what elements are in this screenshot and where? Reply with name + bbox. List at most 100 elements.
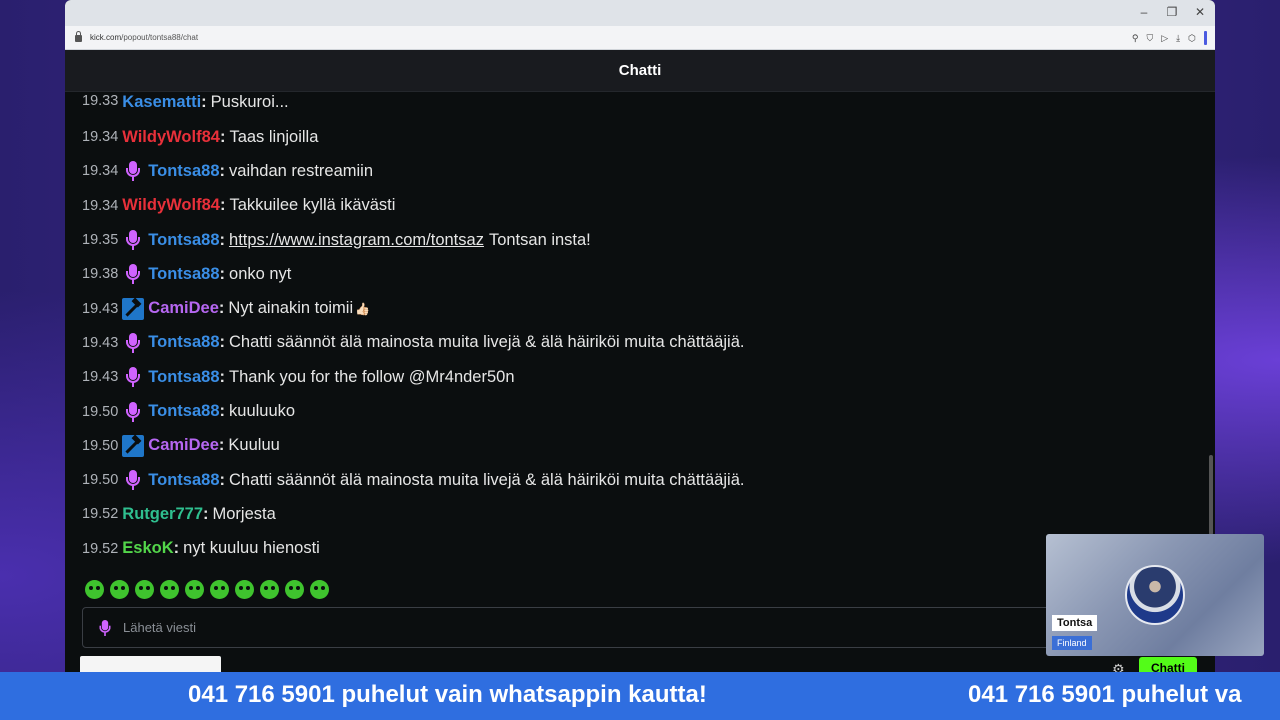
message-time: 19.34 [82, 197, 119, 214]
url-text[interactable]: kick.com/popout/tontsa88/chat [90, 33, 198, 42]
message-username[interactable]: WildyWolf84 [122, 196, 220, 215]
browser-window: – ❐ ✕ kick.com/popout/tontsa88/chat ⚲ ⛉ … [65, 0, 1215, 672]
message-text: Morjesta [212, 504, 276, 523]
send-button-label: Chatti [1151, 661, 1185, 672]
message-username[interactable]: Tontsa88 [148, 162, 219, 181]
moderator-hammer-icon[interactable] [122, 434, 145, 457]
chat-message: 19.43 CamiDee: Nyt ainakin toimii 👍🏻 [82, 291, 1215, 325]
zoom-icon[interactable]: ⚲ [1132, 33, 1139, 44]
broadcaster-mic-icon[interactable] [122, 401, 144, 423]
thumbs-up-emoji: 👍🏻 [355, 301, 371, 316]
restore-icon[interactable]: ❐ [1165, 4, 1179, 20]
message-username[interactable]: Kasematti [122, 93, 201, 112]
message-text: Thank you for the follow @Mr4nder50n [229, 367, 515, 386]
message-username[interactable]: WildyWolf84 [122, 128, 220, 147]
message-text: Tontsan insta! [488, 230, 591, 249]
message-username[interactable]: Tontsa88 [148, 265, 219, 284]
broadcaster-mic-icon[interactable] [122, 229, 144, 251]
message-username[interactable]: Tontsa88 [148, 333, 219, 352]
streamer-avatar [1125, 565, 1185, 625]
message-username[interactable]: CamiDee [148, 436, 219, 455]
message-text: nyt kuuluu hienosti [183, 539, 320, 558]
message-separator: : [219, 161, 226, 180]
chat-message: 19.43 Tontsa88: Thank you for the follow @… [82, 360, 1215, 394]
broadcaster-mic-icon[interactable] [122, 469, 144, 491]
emote-icon[interactable] [85, 580, 104, 599]
chat-messages[interactable]: 19.33 Kasematti: Puskuroi... 19.34 WildyWolf… [65, 93, 1215, 571]
message-text: Taas linjoilla [229, 127, 319, 146]
chat-title-text: Chatti [618, 62, 662, 79]
send-button[interactable]: Chatti [1139, 657, 1197, 672]
message-separator: : [219, 367, 226, 386]
message-link[interactable]: https://www.instagram.com/tontsaz [229, 231, 484, 250]
title-bar: – ❐ ✕ [65, 0, 1215, 26]
message-text: onko nyt [229, 264, 292, 283]
minimize-icon[interactable]: – [1137, 4, 1151, 20]
mic-icon [97, 619, 113, 637]
broadcaster-mic-icon[interactable] [122, 160, 144, 182]
address-bar[interactable]: kick.com/popout/tontsa88/chat ⚲ ⛉ ▷ ⤓ ⬡ [65, 26, 1215, 50]
message-text: Chatti säännöt älä mainosta muita livejä… [229, 333, 745, 352]
message-text: Puskuroi... [210, 93, 289, 111]
message-username[interactable]: Tontsa88 [148, 231, 219, 250]
emote-icon[interactable] [210, 580, 229, 599]
message-separator: : [219, 230, 226, 249]
chat-message: 19.34 WildyWolf84: Taas linjoilla [82, 120, 1215, 154]
message-time: 19.50 [82, 403, 119, 420]
message-username[interactable]: CamiDee [148, 299, 219, 318]
message-separator: : [219, 402, 226, 421]
emote-icon[interactable] [110, 580, 129, 599]
message-separator: : [219, 470, 226, 489]
webcam-overlay: Tontsa Finland [1046, 534, 1264, 656]
message-separator: : [219, 127, 226, 146]
message-text: Takkuilee kyllä ikävästi [229, 196, 396, 215]
moderator-hammer-icon[interactable] [122, 297, 145, 320]
message-separator: : [218, 299, 225, 318]
sidebar-tag[interactable] [1204, 31, 1207, 45]
message-text: Chatti säännöt älä mainosta muita livejä… [229, 470, 745, 489]
message-time: 19.50 [82, 472, 119, 489]
emote-icon[interactable] [235, 580, 254, 599]
webcam-name: Tontsa [1052, 615, 1098, 631]
message-text: Kuuluu [228, 436, 280, 455]
window-controls: – ❐ ✕ [1137, 4, 1207, 20]
emote-icon[interactable] [260, 580, 279, 599]
message-time: 19.34 [82, 129, 119, 146]
emote-icon[interactable] [160, 580, 179, 599]
emote-icon[interactable] [285, 580, 304, 599]
lock-icon [75, 31, 82, 42]
close-icon[interactable]: ✕ [1193, 4, 1207, 20]
message-separator: : [173, 539, 180, 558]
broadcaster-mic-icon[interactable] [122, 366, 144, 388]
ticker-banner: 041 716 5901 puhelut vain whatsappin kau… [0, 672, 1280, 720]
chat-input[interactable] [123, 620, 1023, 635]
message-username[interactable]: EskoK [122, 539, 173, 558]
emote-icon[interactable] [310, 580, 329, 599]
chat-scrollbar[interactable] [1209, 455, 1213, 535]
chat-message: 19.50 Tontsa88: Chatti säännöt älä mainost… [82, 463, 1215, 497]
extensions-icon[interactable]: ⬡ [1188, 33, 1196, 44]
message-time: 19.52 [82, 540, 119, 557]
emote-icon[interactable] [185, 580, 204, 599]
message-text: Nyt ainakin toimii [228, 299, 354, 318]
message-separator: : [203, 504, 209, 523]
broadcaster-mic-icon[interactable] [122, 332, 144, 354]
bottom-panel [80, 656, 221, 672]
message-time: 19.33 [82, 93, 119, 109]
chat-message: 19.34 WildyWolf84: Takkuilee kyllä ikäväst… [82, 189, 1215, 223]
message-username[interactable]: Tontsa88 [148, 368, 219, 387]
shield-icon[interactable]: ⛉ [1146, 33, 1153, 44]
message-username[interactable]: Tontsa88 [148, 402, 219, 421]
message-username[interactable]: Rutger777 [122, 505, 203, 524]
gear-icon[interactable]: ⚙ [1112, 662, 1125, 672]
ticker-text-repeat: 041 716 5901 puhelut va [968, 681, 1242, 708]
message-text: vaihdan restreamiin [229, 161, 374, 180]
chat-input-box[interactable] [82, 607, 1197, 648]
message-username[interactable]: Tontsa88 [148, 471, 219, 490]
send-icon[interactable]: ▷ [1161, 33, 1168, 44]
broadcaster-mic-icon[interactable] [122, 263, 144, 285]
emote-icon[interactable] [135, 580, 154, 599]
download-icon[interactable]: ⤓ [1176, 33, 1180, 44]
message-time: 19.50 [82, 437, 119, 454]
chat-message: 19.35 Tontsa88: https://www.instagram.com/… [82, 223, 1215, 257]
